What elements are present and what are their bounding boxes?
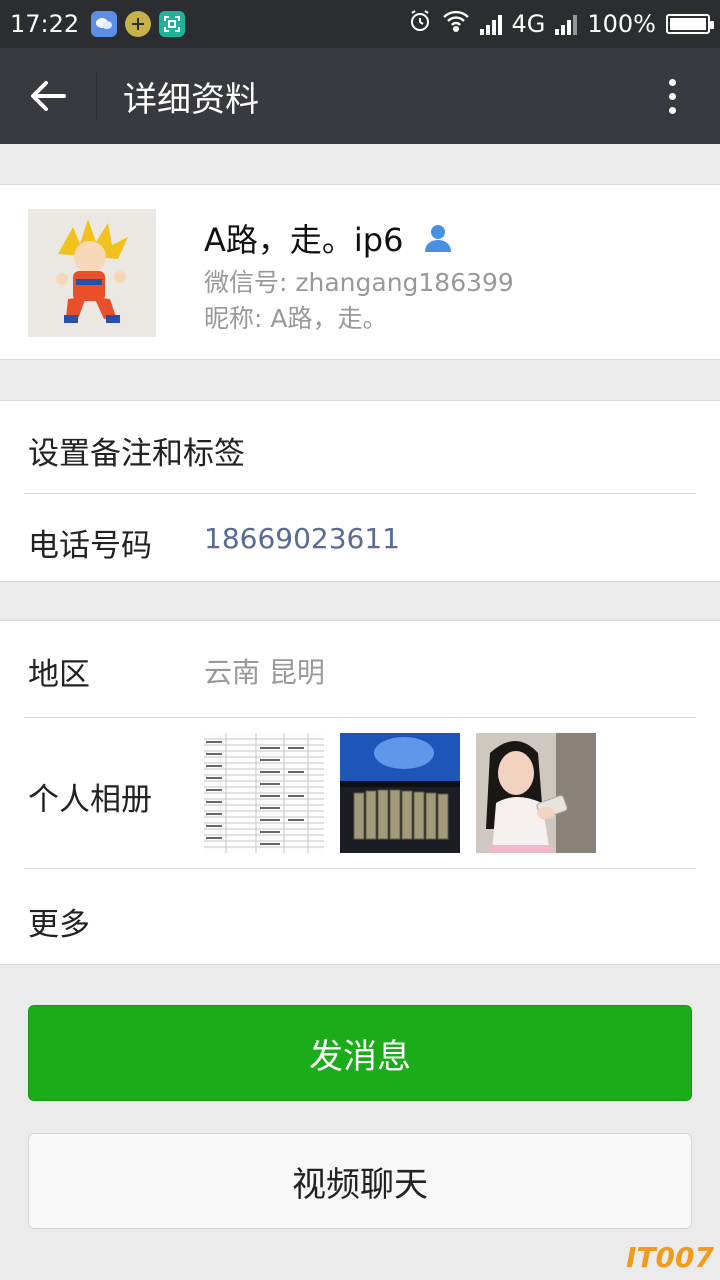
video-chat-button[interactable]: 视频聊天	[28, 1133, 692, 1229]
name-row: A路，走。ip6	[204, 215, 453, 261]
contact-person-icon	[425, 225, 452, 252]
nav-divider	[96, 72, 97, 120]
signal-icon	[479, 13, 502, 35]
battery-icon	[666, 14, 714, 34]
more-label: 更多	[28, 907, 90, 943]
send-message-button[interactable]: 发消息	[28, 1005, 692, 1101]
status-bar: 17:22 4G 100%	[0, 0, 720, 48]
more-menu-button[interactable]	[624, 48, 720, 144]
battery-percent: 100%	[587, 10, 656, 38]
scan-app-icon	[159, 11, 186, 37]
nickname: 昵称: A路，走。	[204, 304, 388, 333]
back-button[interactable]	[0, 48, 96, 144]
alarm-icon	[408, 9, 432, 39]
album-row[interactable]: 个人相册	[0, 718, 720, 868]
nav-bar: 详细资料	[0, 48, 720, 144]
back-arrow-icon	[31, 81, 66, 111]
phone-row: 电话号码 18669023611	[0, 494, 720, 582]
region-row: 地区 云南 昆明	[0, 621, 720, 717]
more-row[interactable]: 更多	[0, 869, 720, 965]
plus-app-icon	[125, 11, 152, 37]
watermark-logo: IT007	[626, 1241, 714, 1274]
album-photo-2[interactable]	[340, 733, 460, 853]
network-type: 4G	[511, 10, 546, 38]
chat-app-icon	[91, 11, 118, 37]
status-time: 17:22	[10, 10, 80, 38]
contact-name: A路，走。ip6	[204, 221, 404, 259]
wifi-icon	[442, 10, 470, 38]
phone-label: 电话号码	[28, 528, 152, 564]
region-label: 地区	[28, 657, 90, 693]
profile-card: A路，走。ip6 微信号: zhangang186399 昵称: A路，走。	[0, 184, 720, 360]
remark-tags-row[interactable]: 设置备注和标签	[0, 401, 720, 493]
contact-info-section: 设置备注和标签 电话号码 18669023611	[0, 400, 720, 582]
album-photo-1[interactable]	[204, 733, 324, 853]
wechat-id: 微信号: zhangang186399	[204, 268, 514, 297]
more-dots-icon	[668, 78, 676, 86]
details-section: 地区 云南 昆明 个人相册 更多	[0, 620, 720, 965]
album-photo-3[interactable]	[476, 733, 596, 853]
album-label: 个人相册	[28, 782, 152, 818]
avatar[interactable]	[28, 209, 156, 337]
signal-icon-2	[555, 13, 578, 35]
region-value: 云南 昆明	[204, 656, 325, 689]
phone-number-link[interactable]: 18669023611	[204, 522, 400, 555]
page-title: 详细资料	[123, 79, 259, 120]
remark-tags-label: 设置备注和标签	[28, 436, 245, 472]
